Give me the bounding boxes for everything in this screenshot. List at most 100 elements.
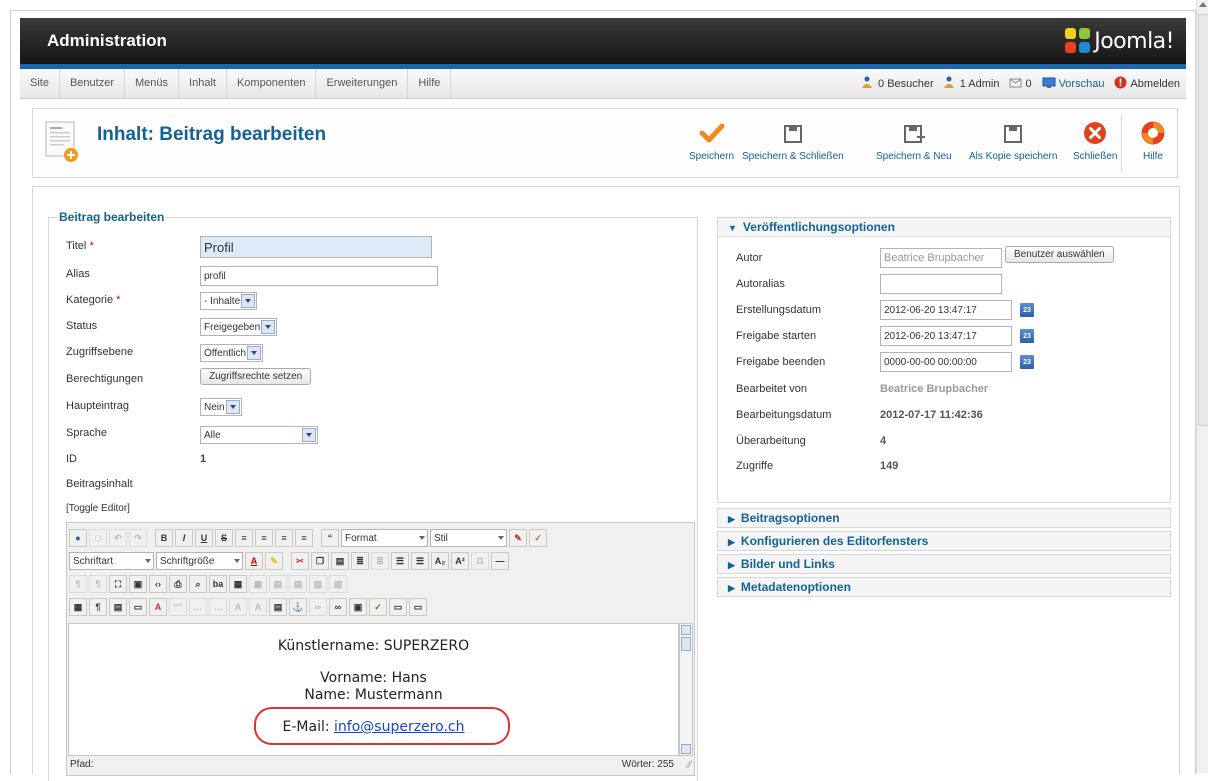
alias-input[interactable] (200, 266, 438, 286)
featured-select[interactable]: Nein (200, 398, 242, 416)
highlight-icon[interactable]: ✎ (265, 552, 283, 570)
blockquote-icon[interactable]: “ (321, 529, 339, 547)
editor-scrollbar[interactable] (679, 623, 693, 756)
publish-down-input[interactable] (880, 352, 1012, 372)
size-select[interactable]: Schriftgröße (156, 552, 243, 570)
logout-link[interactable]: Abmelden (1114, 76, 1180, 92)
copy-icon[interactable]: ❐ (311, 552, 329, 570)
menu-content[interactable]: Inhalt (179, 69, 227, 98)
pagebreak-icon[interactable]: ▭ (389, 598, 407, 616)
calendar-icon[interactable]: 23 (1020, 328, 1034, 343)
messages-status[interactable]: 0 (1009, 77, 1032, 91)
metadata-panel[interactable]: ▶ Metadatenoptionen (717, 577, 1171, 597)
author-field[interactable] (880, 248, 1002, 268)
author-alias-input[interactable] (880, 274, 1002, 294)
italic-icon[interactable]: I (175, 529, 193, 547)
language-select[interactable]: Alle (200, 426, 318, 444)
superscript-icon[interactable]: A² (451, 552, 469, 570)
readmore-icon[interactable]: ▭ (409, 598, 427, 616)
strikethrough-icon[interactable]: S (215, 529, 233, 547)
align-center-icon[interactable]: ≡ (255, 529, 273, 547)
article-options-header[interactable]: ▶ Beitragsoptionen (718, 509, 1170, 527)
align-right-icon[interactable]: ≡ (275, 529, 293, 547)
style-select[interactable]: Stil (430, 529, 507, 547)
underline-icon[interactable]: U (195, 529, 213, 547)
help-button[interactable]: Hilfe (1141, 119, 1165, 162)
scroll-up-icon[interactable] (681, 625, 691, 635)
font-select[interactable]: Schriftart (69, 552, 154, 570)
special-char-icon[interactable]: Ω (471, 552, 489, 570)
search-icon[interactable]: ⌕ (189, 575, 207, 593)
resize-handle-icon[interactable]: ⁄⁄ (688, 760, 691, 771)
menu-menus[interactable]: Menüs (125, 69, 180, 98)
calendar-icon[interactable]: 23 (1020, 354, 1034, 369)
outdent-icon[interactable]: ≣ (371, 552, 389, 570)
ltr-icon[interactable]: ¶ (69, 575, 87, 593)
subscript-icon[interactable]: A₂ (431, 552, 449, 570)
editor-config-header[interactable]: ▶ Konfigurieren des Editorfensters (718, 532, 1170, 550)
abbr-icon[interactable]: … (189, 598, 207, 616)
insert-text-icon[interactable]: A (249, 598, 267, 616)
preview-link[interactable]: Vorschau (1042, 77, 1104, 91)
align-justify-icon[interactable]: ≡ (295, 529, 313, 547)
editor-scroll-thumb[interactable] (681, 637, 691, 651)
metadata-header[interactable]: ▶ Metadatenoptionen (718, 578, 1170, 596)
images-links-header[interactable]: ▶ Bilder und Links (718, 555, 1170, 573)
editor-config-panel[interactable]: ▶ Konfigurieren des Editorfensters (717, 531, 1171, 551)
table-props-icon[interactable]: ▦ (249, 575, 267, 593)
acronym-icon[interactable]: … (209, 598, 227, 616)
fullscreen-icon[interactable]: ⛶ (109, 575, 127, 593)
menu-users[interactable]: Benutzer (60, 69, 125, 98)
replace-icon[interactable]: ba (209, 575, 227, 593)
save-copy-button[interactable]: Als Kopie speichern (969, 119, 1057, 162)
merge-icon[interactable]: ▥ (329, 575, 347, 593)
scroll-down-icon[interactable] (681, 744, 691, 754)
rtl-icon[interactable]: ¶ (89, 575, 107, 593)
layer-icon[interactable]: ▭ (129, 598, 147, 616)
images-links-panel[interactable]: ▶ Bilder und Links (717, 554, 1171, 574)
template-icon[interactable]: ▤ (109, 598, 127, 616)
table-icon[interactable]: ▦ (229, 575, 247, 593)
status-select[interactable]: Freigegeben (200, 318, 278, 336)
cite-icon[interactable]: “” (169, 598, 187, 616)
media-icon[interactable]: ▣ (349, 598, 367, 616)
ordered-list-icon[interactable]: ☰ (391, 552, 409, 570)
print-icon[interactable]: ⎙ (169, 575, 187, 593)
editor-content-area[interactable]: Künstlername: SUPERZERO Vorname: Hans Na… (68, 623, 679, 756)
menu-extensions[interactable]: Erweiterungen (316, 69, 409, 98)
permissions-button[interactable]: Zugriffsrechte setzen (200, 368, 312, 385)
created-input[interactable] (880, 300, 1012, 320)
menu-site[interactable]: Site (20, 69, 60, 98)
visual-aid-icon[interactable]: ▦ (69, 598, 87, 616)
align-left-icon[interactable]: ≡ (235, 529, 253, 547)
access-select[interactable]: Öffentlich (200, 344, 264, 362)
select-user-button[interactable]: Benutzer auswählen (1005, 246, 1114, 263)
page-scrollbar[interactable] (1196, 0, 1208, 773)
unlink-icon[interactable]: ∞ (309, 598, 327, 616)
show-blocks-icon[interactable]: ¶ (89, 598, 107, 616)
text-color-icon[interactable]: A (245, 552, 263, 570)
menu-components[interactable]: Komponenten (227, 69, 317, 98)
cut-icon[interactable]: ✂ (291, 552, 309, 570)
save-close-button[interactable]: Speichern & Schließen (742, 119, 844, 162)
admins-status[interactable]: 1 Admin (943, 76, 999, 91)
title-input[interactable] (200, 236, 432, 258)
publishing-options-header[interactable]: ▼ Veröffentlichungsoptionen (718, 218, 1170, 237)
new-document-icon[interactable]: □ (89, 529, 107, 547)
source-code-icon[interactable]: ‹› (149, 575, 167, 593)
anchor-icon[interactable]: ⚓ (289, 598, 307, 616)
image-icon[interactable]: ▣ (129, 575, 147, 593)
horizontal-rule-icon[interactable]: — (491, 552, 509, 570)
publish-up-input[interactable] (880, 326, 1012, 346)
scroll-up-icon[interactable] (1199, 2, 1207, 7)
category-select[interactable]: - Inhalte (200, 292, 258, 310)
eraser-icon[interactable]: ✎ (509, 529, 527, 547)
clean-icon[interactable]: ✓ (529, 529, 547, 547)
save-new-button[interactable]: Speichern & Neu (876, 119, 952, 162)
menu-help[interactable]: Hilfe (408, 69, 452, 98)
unordered-list-icon[interactable]: ☰ (411, 552, 429, 570)
close-button[interactable]: Schließen (1073, 119, 1117, 162)
paste-icon[interactable]: ▤ (331, 552, 349, 570)
delete-text-icon[interactable]: A (229, 598, 247, 616)
scrollbar-thumb[interactable] (1198, 14, 1208, 426)
